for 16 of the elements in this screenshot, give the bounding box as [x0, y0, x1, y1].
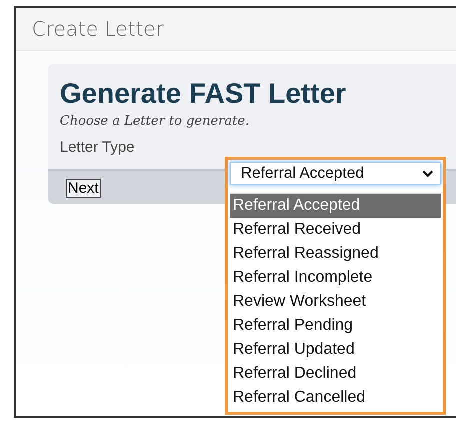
letter-type-select[interactable]: Referral Accepted — [230, 162, 441, 185]
dropdown-option[interactable]: Referral Accepted — [230, 194, 441, 218]
dropdown-option[interactable]: Referral Updated — [230, 338, 441, 362]
field-label: Letter Type — [60, 139, 135, 156]
form-heading: Generate FAST Letter — [60, 78, 348, 110]
dropdown-option[interactable]: Referral Incomplete — [230, 266, 441, 290]
chevron-down-icon — [422, 170, 434, 178]
next-button[interactable]: Next — [66, 179, 101, 198]
dropdown-option[interactable]: Referral Reassigned — [230, 242, 441, 266]
window-title: Create Letter — [32, 17, 164, 41]
dropdown-option[interactable]: Referral Received — [230, 218, 441, 242]
dropdown-option[interactable]: Referral Declined — [230, 362, 441, 386]
form-subtitle: Choose a Letter to generate. — [60, 114, 250, 129]
dropdown-option[interactable]: Referral Cancelled — [230, 386, 441, 410]
dropdown-option[interactable]: Review Worksheet — [230, 290, 441, 314]
dropdown-option[interactable]: Referral Pending — [230, 314, 441, 338]
